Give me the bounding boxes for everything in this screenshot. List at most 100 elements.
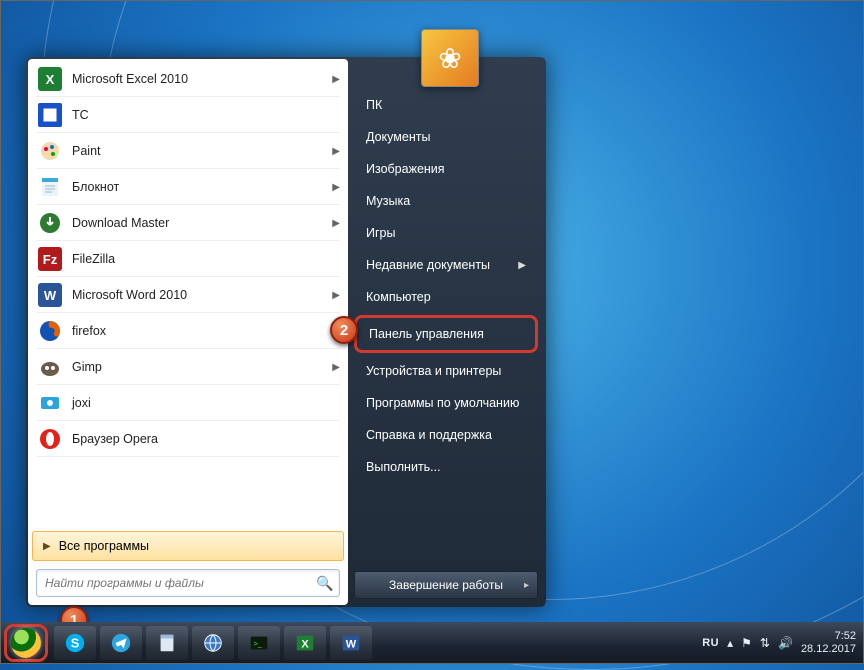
ff-icon	[36, 317, 64, 345]
tray-network-icon[interactable]: ⇅	[760, 636, 770, 650]
search-input[interactable]	[37, 576, 311, 590]
taskbar-app-notepad[interactable]	[146, 626, 188, 660]
program-label: firefox	[72, 324, 106, 338]
right-menu-recent[interactable]: Недавние документы▶	[354, 249, 538, 281]
program-item-ff[interactable]: firefox	[30, 313, 346, 349]
right-menu-docs[interactable]: Документы	[354, 121, 538, 153]
taskbar-app-word[interactable]: W	[330, 626, 372, 660]
right-menu-label: Устройства и принтеры	[366, 364, 501, 378]
program-item-word[interactable]: W Microsoft Word 2010 ▶	[30, 277, 346, 313]
program-item-notepad[interactable]: Блокнот ▶	[30, 169, 346, 205]
program-label: Microsoft Excel 2010	[72, 72, 188, 86]
taskbar-app-excel[interactable]: X	[284, 626, 326, 660]
right-menu-label: Выполнить...	[366, 460, 441, 474]
fz-icon: Fz	[36, 245, 64, 273]
right-menu-music[interactable]: Музыка	[354, 185, 538, 217]
svg-text:W: W	[44, 288, 57, 303]
right-menu-label: Программы по умолчанию	[366, 396, 519, 410]
tray-date: 28.12.2017	[801, 643, 856, 656]
right-menu-computer[interactable]: Компьютер	[354, 281, 538, 313]
language-indicator[interactable]: RU	[702, 637, 719, 649]
right-menu-devices[interactable]: Устройства и принтеры	[354, 355, 538, 387]
paint-icon	[36, 137, 64, 165]
program-label: Gimp	[72, 360, 102, 374]
svg-text:X: X	[301, 639, 309, 651]
user-avatar[interactable]: ❀	[421, 29, 479, 87]
program-label: FileZilla	[72, 252, 115, 266]
search-box[interactable]: 🔍	[36, 569, 340, 597]
tray-time: 7:52	[801, 630, 856, 643]
program-label: Paint	[72, 144, 101, 158]
program-item-joxi[interactable]: joxi	[30, 385, 346, 421]
program-item-tc[interactable]: TC	[30, 97, 346, 133]
tray-flag-icon[interactable]: ⚑	[741, 636, 752, 650]
svg-text:Fz: Fz	[43, 252, 58, 267]
system-tray: RU ▴ ⚑ ⇅ 🔊 7:52 28.12.2017	[702, 630, 860, 655]
start-menu-left: X Microsoft Excel 2010 ▶ TC Paint ▶ Блок…	[28, 59, 348, 605]
all-programs-label: Все программы	[59, 539, 149, 553]
all-programs-button[interactable]: ▶ Все программы	[32, 531, 344, 561]
submenu-arrow-icon: ▶	[332, 290, 340, 301]
word-icon: W	[36, 281, 64, 309]
right-menu-pics[interactable]: Изображения	[354, 153, 538, 185]
tray-clock[interactable]: 7:52 28.12.2017	[801, 630, 856, 655]
svg-text:S: S	[71, 636, 80, 651]
right-menu-label: Документы	[366, 130, 430, 144]
right-menu-run[interactable]: Выполнить...	[354, 451, 538, 483]
program-item-opera[interactable]: Браузер Opera	[30, 421, 346, 457]
program-label: Download Master	[72, 216, 169, 230]
program-item-excel[interactable]: X Microsoft Excel 2010 ▶	[30, 61, 346, 97]
right-menu-defaults[interactable]: Программы по умолчанию	[354, 387, 538, 419]
tray-volume-icon[interactable]: 🔊	[778, 636, 793, 650]
svg-text:>_: >_	[254, 639, 263, 648]
start-button[interactable]	[4, 624, 48, 662]
program-label: TC	[72, 108, 89, 122]
taskbar-app-telegram[interactable]	[100, 626, 142, 660]
gimp-icon	[36, 353, 64, 381]
tray-chevron-up-icon[interactable]: ▴	[727, 636, 733, 650]
start-menu: ❀ X Microsoft Excel 2010 ▶ TC Paint ▶ Бл…	[26, 57, 546, 607]
program-label: Microsoft Word 2010	[72, 288, 187, 302]
right-menu-label: Игры	[366, 226, 395, 240]
taskbar-app-browser[interactable]	[192, 626, 234, 660]
opera-icon	[36, 425, 64, 453]
taskbar-app-skype[interactable]: S	[54, 626, 96, 660]
program-list: X Microsoft Excel 2010 ▶ TC Paint ▶ Блок…	[30, 61, 346, 529]
shutdown-label: Завершение работы	[389, 578, 503, 592]
right-menu-help[interactable]: Справка и поддержка	[354, 419, 538, 451]
program-label: Блокнот	[72, 180, 119, 194]
right-menu-label: Изображения	[366, 162, 445, 176]
submenu-arrow-icon: ▶	[332, 182, 340, 193]
program-item-fz[interactable]: Fz FileZilla	[30, 241, 346, 277]
right-menu-label: Музыка	[366, 194, 410, 208]
annotation-badge-2: 2	[330, 316, 358, 344]
start-menu-right: ПК Документы Изображения Музыка Игры Недавние…	[348, 59, 544, 605]
right-menu-pc[interactable]: ПК	[354, 89, 538, 121]
program-label: Браузер Opera	[72, 432, 158, 446]
right-menu-cp[interactable]: Панель управления	[354, 315, 538, 353]
notepad-icon	[36, 173, 64, 201]
right-menu-games[interactable]: Игры	[354, 217, 538, 249]
right-menu-label: Панель управления	[369, 327, 484, 341]
program-item-paint[interactable]: Paint ▶	[30, 133, 346, 169]
dm-icon	[36, 209, 64, 237]
taskbar: S >_ X W RU ▴ ⚑ ⇅ 🔊 7:52 28.12.2017	[0, 622, 864, 664]
right-menu-label: Недавние документы	[366, 258, 490, 272]
excel-icon: X	[36, 65, 64, 93]
program-item-gimp[interactable]: Gimp ▶	[30, 349, 346, 385]
right-menu-label: Компьютер	[366, 290, 431, 304]
svg-text:X: X	[46, 72, 55, 87]
submenu-arrow-icon: ▶	[332, 146, 340, 157]
shutdown-button[interactable]: Завершение работы ▸	[354, 571, 538, 599]
program-item-dm[interactable]: Download Master ▶	[30, 205, 346, 241]
program-label: joxi	[72, 396, 91, 410]
chevron-right-icon[interactable]: ▸	[524, 580, 529, 591]
taskbar-app-terminal[interactable]: >_	[238, 626, 280, 660]
submenu-arrow-icon: ▶	[332, 218, 340, 229]
right-menu-label: ПК	[366, 98, 382, 112]
submenu-arrow-icon: ▶	[332, 74, 340, 85]
right-menu-label: Справка и поддержка	[366, 428, 492, 442]
submenu-arrow-icon: ▶	[332, 362, 340, 373]
joxi-icon	[36, 389, 64, 417]
search-icon[interactable]: 🔍	[311, 575, 339, 592]
